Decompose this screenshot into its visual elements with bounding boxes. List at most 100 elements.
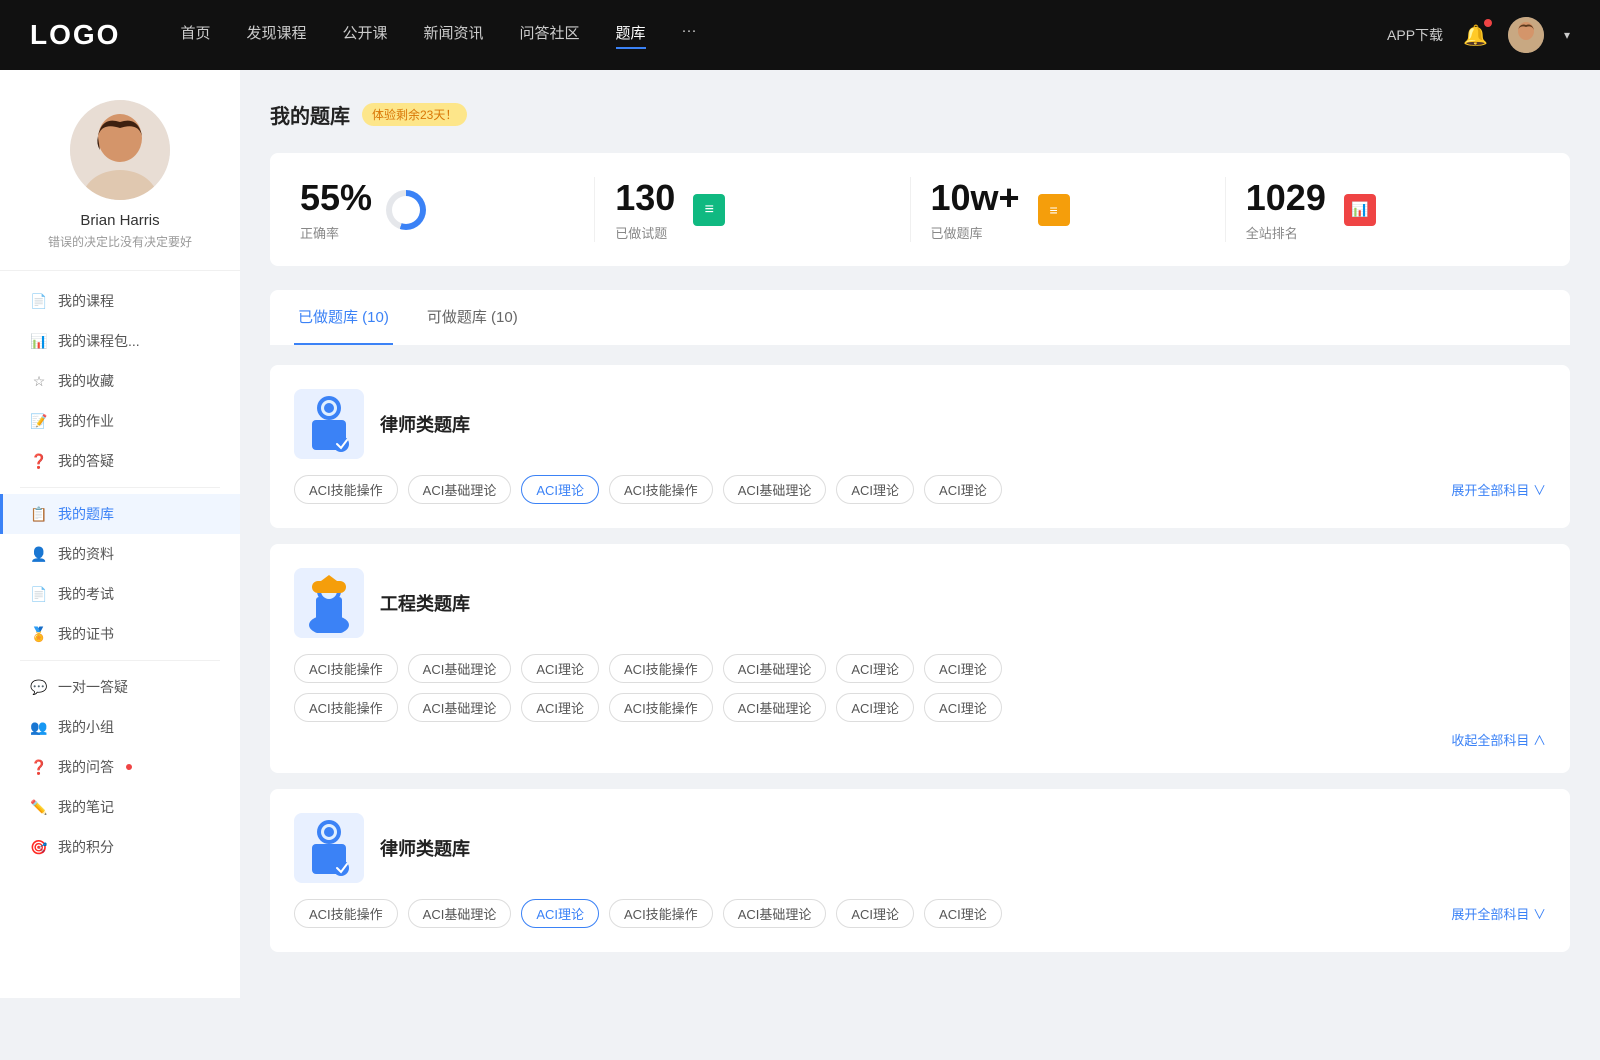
quiz-card-lawyer-1-header: 律师类题库 — [294, 389, 1546, 459]
homework-icon: 📝 — [30, 412, 48, 430]
l2-tag-3[interactable]: ACI技能操作 — [609, 899, 713, 928]
eng-tag2-3[interactable]: ACI技能操作 — [609, 693, 713, 722]
nav-quiz[interactable]: 题库 — [616, 22, 646, 49]
sidebar-item-course[interactable]: 📄 我的课程 — [0, 281, 240, 321]
note-icon: ✏️ — [30, 798, 48, 816]
nav-open-course[interactable]: 公开课 — [342, 22, 387, 49]
eng-tag-3[interactable]: ACI技能操作 — [609, 654, 713, 683]
nav-discover[interactable]: 发现课程 — [246, 22, 306, 49]
l2-tag-1[interactable]: ACI基础理论 — [408, 899, 512, 928]
eng-tag-6[interactable]: ACI理论 — [924, 654, 1002, 683]
rank-icon-red: 📊 — [1344, 194, 1376, 226]
l2-tag-5[interactable]: ACI理论 — [836, 899, 914, 928]
cert-icon: 🏅 — [30, 625, 48, 643]
logo[interactable]: LOGO — [30, 19, 120, 51]
nav-qa[interactable]: 问答社区 — [520, 22, 580, 49]
nav-news[interactable]: 新闻资讯 — [424, 22, 484, 49]
stat-accuracy-number: 55% — [300, 177, 372, 219]
pie-inner — [392, 196, 420, 224]
stat-questions-done-number: 130 — [615, 177, 675, 219]
quiz-card-lawyer-1-title: 律师类题库 — [380, 411, 470, 437]
quiz-card-engineer: 工程类题库 ACI技能操作 ACI基础理论 ACI理论 ACI技能操作 ACI基… — [270, 544, 1570, 773]
eng-tag2-6[interactable]: ACI理论 — [924, 693, 1002, 722]
eng-tag2-5[interactable]: ACI理论 — [836, 693, 914, 722]
page-header: 我的题库 体验剩余23天！ — [270, 100, 1570, 129]
l2-tag-2-active[interactable]: ACI理论 — [521, 899, 599, 928]
user-dropdown-chevron[interactable]: ▾ — [1564, 28, 1570, 42]
sidebar-divider-1 — [20, 487, 220, 488]
collapse-link[interactable]: 收起全部科目 ∧ — [294, 730, 1546, 749]
quiz-card-lawyer-2-tags: ACI技能操作 ACI基础理论 ACI理论 ACI技能操作 ACI基础理论 AC… — [294, 899, 1546, 928]
stat-rank-number: 1029 — [1246, 177, 1326, 219]
tag-3[interactable]: ACI技能操作 — [609, 475, 713, 504]
stat-accuracy-icon — [386, 190, 426, 230]
content-area: 我的题库 体验剩余23天！ 55% 正确率 130 已做试题 — [240, 70, 1600, 998]
stat-quizbanks-number: 10w+ — [931, 177, 1020, 219]
lawyer-icon-2 — [294, 813, 364, 883]
star-icon: ☆ — [30, 372, 48, 390]
eng-tag2-2[interactable]: ACI理论 — [521, 693, 599, 722]
l2-tag-4[interactable]: ACI基础理论 — [723, 899, 827, 928]
profile-avatar — [70, 100, 170, 200]
tab-available[interactable]: 可做题库 (10) — [423, 290, 522, 345]
course-icon: 📄 — [30, 292, 48, 310]
tag-4[interactable]: ACI基础理论 — [723, 475, 827, 504]
app-download-link[interactable]: APP下载 — [1387, 25, 1443, 45]
sidebar-item-group[interactable]: 👥 我的小组 — [0, 707, 240, 747]
stat-quizbanks-label: 已做题库 — [931, 223, 1020, 242]
quiz-card-engineer-title: 工程类题库 — [380, 590, 470, 616]
eng-tag2-4[interactable]: ACI基础理论 — [723, 693, 827, 722]
stat-rank-icon: 📊 — [1340, 190, 1380, 230]
sidebar-item-exam[interactable]: 📄 我的考试 — [0, 574, 240, 614]
eng-tag-0[interactable]: ACI技能操作 — [294, 654, 398, 683]
main-container: Brian Harris 错误的决定比没有决定要好 📄 我的课程 📊 我的课程包… — [0, 70, 1600, 998]
question-icon: ❓ — [30, 452, 48, 470]
sidebar-item-my-qa[interactable]: ❓ 我的问答 — [0, 747, 240, 787]
tag-0[interactable]: ACI技能操作 — [294, 475, 398, 504]
l2-tag-0[interactable]: ACI技能操作 — [294, 899, 398, 928]
header: LOGO 首页 发现课程 公开课 新闻资讯 问答社区 题库 ··· APP下载 … — [0, 0, 1600, 70]
sidebar-item-collection[interactable]: ☆ 我的收藏 — [0, 361, 240, 401]
stat-quizbanks-done: 10w+ 已做题库 ≡ — [911, 177, 1226, 242]
page-title: 我的题库 — [270, 100, 350, 129]
quizbanks-icon-orange: ≡ — [1038, 194, 1070, 226]
sidebar-item-qa[interactable]: ❓ 我的答疑 — [0, 441, 240, 481]
sidebar-menu: 📄 我的课程 📊 我的课程包... ☆ 我的收藏 📝 我的作业 ❓ 我的答疑 � — [0, 271, 240, 877]
quiz-icon: 📋 — [30, 505, 48, 523]
sidebar-item-package[interactable]: 📊 我的课程包... — [0, 321, 240, 361]
tag-2-active[interactable]: ACI理论 — [521, 475, 599, 504]
eng-tag-2[interactable]: ACI理论 — [521, 654, 599, 683]
sidebar-item-homework[interactable]: 📝 我的作业 — [0, 401, 240, 441]
stat-accuracy: 55% 正确率 — [300, 177, 595, 242]
quiz-card-lawyer-2-title: 律师类题库 — [380, 835, 470, 861]
sidebar-item-note[interactable]: ✏️ 我的笔记 — [0, 787, 240, 827]
main-nav: 首页 发现课程 公开课 新闻资讯 问答社区 题库 ··· — [180, 22, 1387, 49]
one-on-one-icon: 💬 — [30, 678, 48, 696]
tag-5[interactable]: ACI理论 — [836, 475, 914, 504]
sidebar-item-profile[interactable]: 👤 我的资料 — [0, 534, 240, 574]
l2-tag-6[interactable]: ACI理论 — [924, 899, 1002, 928]
notification-bell[interactable]: 🔔 — [1463, 23, 1488, 48]
expand-link-1[interactable]: 展开全部科目 ∨ — [1451, 480, 1546, 499]
stat-questions-done: 130 已做试题 ≡ — [595, 177, 910, 242]
stat-rank-label: 全站排名 — [1246, 223, 1326, 242]
tag-1[interactable]: ACI基础理论 — [408, 475, 512, 504]
expand-link-3[interactable]: 展开全部科目 ∨ — [1451, 904, 1546, 923]
nav-home[interactable]: 首页 — [180, 22, 210, 49]
sidebar-item-cert[interactable]: 🏅 我的证书 — [0, 614, 240, 654]
sidebar-item-one-on-one[interactable]: 💬 一对一答疑 — [0, 667, 240, 707]
eng-tag-4[interactable]: ACI基础理论 — [723, 654, 827, 683]
nav-more[interactable]: ··· — [682, 22, 697, 49]
eng-tag2-1[interactable]: ACI基础理论 — [408, 693, 512, 722]
trial-badge: 体验剩余23天！ — [362, 103, 467, 126]
tag-6[interactable]: ACI理论 — [924, 475, 1002, 504]
my-qa-icon: ❓ — [30, 758, 48, 776]
group-icon: 👥 — [30, 718, 48, 736]
sidebar-item-quiz[interactable]: 📋 我的题库 — [0, 494, 240, 534]
sidebar-item-points[interactable]: 🎯 我的积分 — [0, 827, 240, 867]
user-avatar-header[interactable] — [1508, 17, 1544, 53]
eng-tag-1[interactable]: ACI基础理论 — [408, 654, 512, 683]
tab-done[interactable]: 已做题库 (10) — [294, 290, 393, 345]
eng-tag2-0[interactable]: ACI技能操作 — [294, 693, 398, 722]
eng-tag-5[interactable]: ACI理论 — [836, 654, 914, 683]
